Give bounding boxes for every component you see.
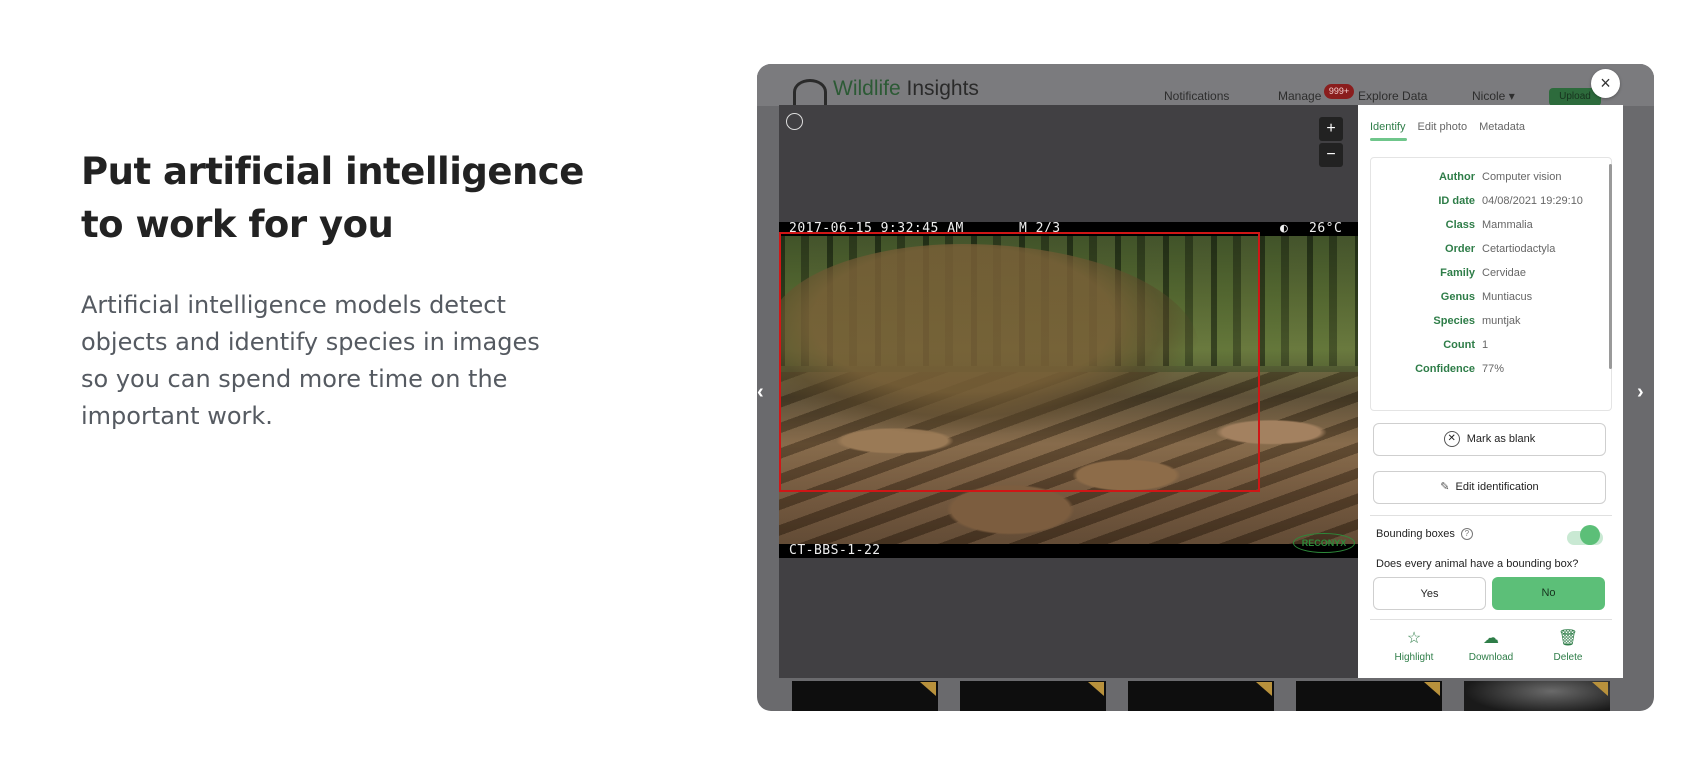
close-button[interactable]: × [1591,69,1620,98]
info-value: Mammalia [1482,219,1533,231]
thumbnail[interactable] [960,681,1106,711]
thumbnail-corner-tag [1088,682,1104,696]
info-row-family: Family Cervidae [1371,267,1613,287]
info-value: Computer vision [1482,171,1562,183]
bounding-box[interactable] [779,232,1260,492]
info-key: Class [1445,219,1475,231]
info-row-class: Class Mammalia [1371,219,1613,239]
tab-metadata[interactable]: Metadata [1479,121,1525,133]
bounding-boxes-text: Bounding boxes [1376,528,1455,540]
info-value: Cervidae [1482,267,1527,279]
thumbnail-corner-tag [1592,682,1608,696]
user-name: Nicole [1472,89,1506,103]
bounding-boxes-label: Bounding boxes? [1376,528,1473,541]
thumbnail-corner-tag [920,682,936,696]
info-key: Count [1443,339,1475,351]
reconyx-logo: RECONYX [1293,533,1355,553]
info-row-order: Order Cetartiodactyla [1371,243,1613,263]
divider [1370,515,1612,516]
delete-label: Delete [1553,652,1583,663]
info-value: Cetartiodactyla [1482,243,1556,255]
star-icon: ☆ [1406,630,1422,647]
loading-indicator-icon [786,113,803,130]
bounding-box-question: Does every animal have a bounding box? [1376,558,1579,570]
tab-identify[interactable]: Identify [1370,121,1405,133]
info-key: Family [1440,267,1475,279]
mark-as-blank-label: Mark as blank [1466,433,1536,445]
brand-word-wildlife: Wildlife [833,77,901,100]
next-image-arrow-icon[interactable]: › [1637,381,1644,404]
cloud-download-icon: ☁ [1483,630,1499,647]
info-key: Species [1433,315,1475,327]
moon-phase-icon: ◐ [1280,222,1289,236]
info-row-author: Author Computer vision [1371,171,1613,191]
zoom-out-button[interactable]: − [1319,143,1343,167]
info-key: Author [1438,171,1475,183]
site-header: Wildlife Insights Notifications Manage 9… [757,64,1654,106]
info-row-species: Species muntjak [1371,315,1613,335]
info-row-genus: Genus Muntiacus [1371,291,1613,311]
yes-button[interactable]: Yes [1373,577,1486,610]
camera-trap-photo: 2017-06-15 9:32:45 AM M 2/3 ◐ 26°C CT-BB… [779,222,1358,558]
edit-identification-label: Edit identification [1455,481,1539,493]
thumbnail-corner-tag [1256,682,1272,696]
trash-icon: 🗑 [1557,630,1579,647]
nav-explore-data[interactable]: Explore Data [1358,89,1427,103]
thumbnail[interactable] [1296,681,1442,711]
tab-edit-photo[interactable]: Edit photo [1418,121,1468,133]
zoom-in-button[interactable]: + [1319,117,1343,141]
active-tab-indicator [1370,138,1407,141]
nav-user-menu[interactable]: Nicole ▾ [1472,89,1515,103]
nav-manage[interactable]: Manage [1278,89,1321,103]
help-icon[interactable]: ? [1460,528,1473,541]
info-value: 04/08/2021 19:29:10 [1482,195,1583,207]
download-button[interactable]: ☁ Download [1456,628,1526,663]
edit-identification-button[interactable]: ✎ Edit identification [1373,471,1606,504]
info-key: Confidence [1415,363,1475,375]
highlight-button[interactable]: ☆ Highlight [1379,628,1449,663]
details-scrollbar[interactable] [1609,164,1612,369]
info-row-confidence: Confidence 77% [1371,363,1613,383]
info-key: Genus [1440,291,1475,303]
thumbnail-corner-tag [1424,682,1440,696]
nav-notifications[interactable]: Notifications [1164,89,1229,103]
delete-button[interactable]: 🗑 Delete [1533,628,1603,663]
wildlife-insights-logo-icon [793,79,827,105]
hero-title: Put artificial intelligence to work for … [81,145,601,251]
photo-temperature: 26°C [1309,222,1343,236]
chevron-down-icon: ▾ [1508,89,1515,103]
identification-details: Author Computer vision ID date 04/08/202… [1370,157,1612,411]
identification-panel: Identify Edit photo Metadata Author Comp… [1358,105,1623,678]
image-viewer: + − 2017-06-15 9:32:45 AM M 2/3 ◐ 26°C C… [779,105,1358,678]
download-label: Download [1468,652,1514,663]
thumbnail[interactable] [792,681,938,711]
info-key: ID date [1438,195,1475,207]
no-button[interactable]: No [1492,577,1605,610]
thumbnail[interactable] [1464,681,1610,711]
hero-description: Artificial intelligence models detect ob… [81,291,540,430]
bounding-boxes-toggle-knob[interactable] [1580,525,1600,545]
info-value: Muntiacus [1482,291,1533,303]
brand-word-insights: Insights [906,77,979,100]
info-row-count: Count 1 [1371,339,1613,359]
divider [1370,619,1612,620]
info-value: 1 [1482,339,1489,351]
brand-name: Wildlife Insights [833,77,979,101]
info-key: Order [1445,243,1475,255]
camera-id: CT-BBS-1-22 [789,543,881,558]
highlight-label: Highlight [1394,652,1434,663]
info-value: muntjak [1482,315,1521,327]
thumbnail[interactable] [1128,681,1274,711]
app-screenshot-card: Wildlife Insights Notifications Manage 9… [757,64,1654,711]
hero-title-line-1: Put artificial intelligence [81,150,584,193]
mark-as-blank-button[interactable]: ✕ Mark as blank [1373,423,1606,456]
pencil-icon: ✎ [1440,481,1450,493]
previous-image-arrow-icon[interactable]: ‹ [757,381,764,404]
hero-title-line-2: to work for you [81,203,394,246]
circle-x-icon: ✕ [1443,431,1460,448]
manage-count-badge: 999+ [1324,84,1354,99]
info-value: 77% [1482,363,1505,375]
info-row-id-date: ID date 04/08/2021 19:29:10 [1371,195,1613,215]
